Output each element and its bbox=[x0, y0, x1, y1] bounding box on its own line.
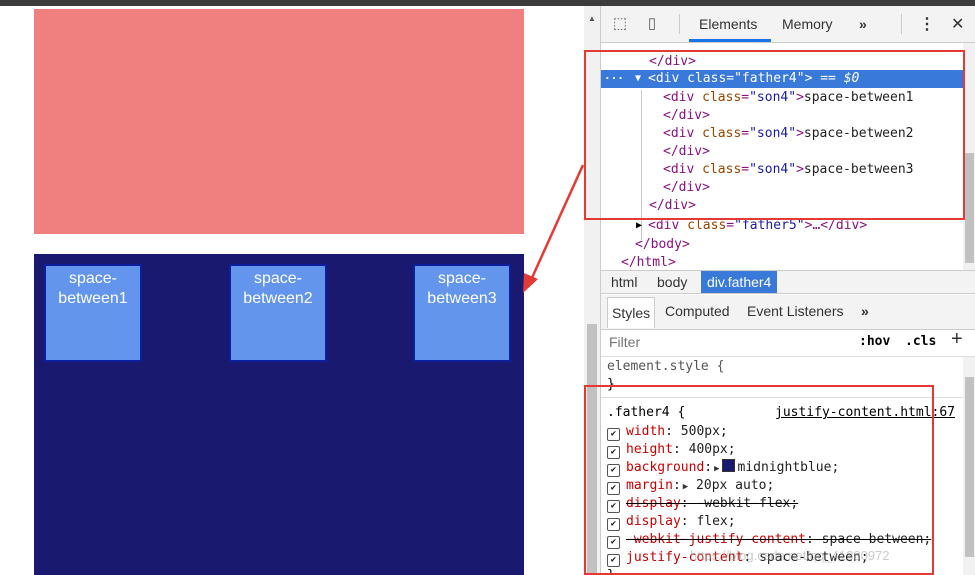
dom-close-tag: </html> bbox=[621, 255, 676, 270]
device-toggle-icon[interactable]: ▯ bbox=[643, 15, 661, 33]
element-style-selector[interactable]: element.style { bbox=[607, 358, 724, 376]
styles-filter-input[interactable] bbox=[607, 333, 831, 351]
breadcrumb: html body div.father4 bbox=[601, 270, 975, 294]
tab-styles[interactable]: Styles bbox=[607, 297, 656, 328]
dom-open-tag: <div bbox=[648, 218, 688, 233]
son4-label: space- between3 bbox=[427, 270, 497, 307]
tab-memory[interactable]: Memory bbox=[782, 16, 833, 32]
dom-tree-scrollbar-thumb[interactable] bbox=[965, 153, 974, 263]
class-toggle[interactable]: .cls bbox=[905, 334, 936, 349]
watermark: https://blog.csdn.net/qq_41380972 bbox=[690, 548, 890, 563]
hover-state-toggle[interactable]: :hov bbox=[859, 334, 890, 349]
breadcrumb-item-div-father4[interactable]: div.father4 bbox=[701, 271, 778, 293]
styles-scrollbar[interactable] bbox=[963, 357, 975, 575]
styles-subtabs: Styles Computed Event Listeners » bbox=[601, 295, 975, 330]
annotation-highlight-styles bbox=[584, 385, 934, 575]
styles-filter-bar: :hov .cls + bbox=[601, 328, 975, 357]
add-rule-icon[interactable]: + bbox=[951, 328, 963, 351]
toolbar-divider bbox=[679, 14, 680, 34]
tab-computed[interactable]: Computed bbox=[665, 303, 730, 319]
son4-item-1: space- between1 bbox=[44, 264, 142, 362]
close-icon[interactable]: ✕ bbox=[951, 14, 964, 34]
dom-node-line[interactable]: </html> bbox=[601, 254, 963, 271]
page-viewport: space- between1 space- between2 space- b… bbox=[0, 6, 584, 575]
more-tabs-chevron-icon[interactable]: » bbox=[859, 16, 867, 32]
father3-box bbox=[34, 9, 524, 234]
breadcrumb-item-html[interactable]: html bbox=[605, 271, 643, 293]
active-tab-indicator bbox=[689, 39, 771, 42]
son4-item-3: space- between3 bbox=[413, 264, 511, 362]
tab-event-listeners[interactable]: Event Listeners bbox=[747, 303, 844, 319]
dom-close-tag: </body> bbox=[635, 237, 690, 252]
styles-scrollbar-thumb[interactable] bbox=[965, 377, 974, 557]
more-subtabs-chevron-icon[interactable]: » bbox=[861, 303, 869, 319]
breadcrumb-item-body[interactable]: body bbox=[651, 271, 693, 293]
scroll-up-arrow-icon[interactable]: ▲ bbox=[588, 14, 596, 23]
toolbar-divider bbox=[901, 14, 902, 34]
son4-label: space- between2 bbox=[243, 270, 313, 307]
annotation-highlight-dom bbox=[584, 50, 965, 220]
tab-elements[interactable]: Elements bbox=[699, 16, 757, 32]
kebab-menu-icon[interactable]: ⋮ bbox=[919, 14, 935, 34]
son4-item-2: space- between2 bbox=[229, 264, 327, 362]
dom-collapsed-tail: >…</div> bbox=[804, 218, 868, 233]
son4-label: space- between1 bbox=[58, 270, 128, 307]
dom-attr-value: "father5" bbox=[734, 218, 805, 233]
inspect-cursor-icon[interactable]: ⬚ bbox=[611, 15, 629, 33]
dom-node-line[interactable]: </body> bbox=[601, 236, 963, 254]
devtools-toolbar: ⬚ ▯ Elements Memory » ⋮ ✕ bbox=[601, 6, 975, 43]
father4-flex-container: space- between1 space- between2 space- b… bbox=[34, 254, 524, 575]
dom-attr-name: class bbox=[687, 218, 727, 233]
